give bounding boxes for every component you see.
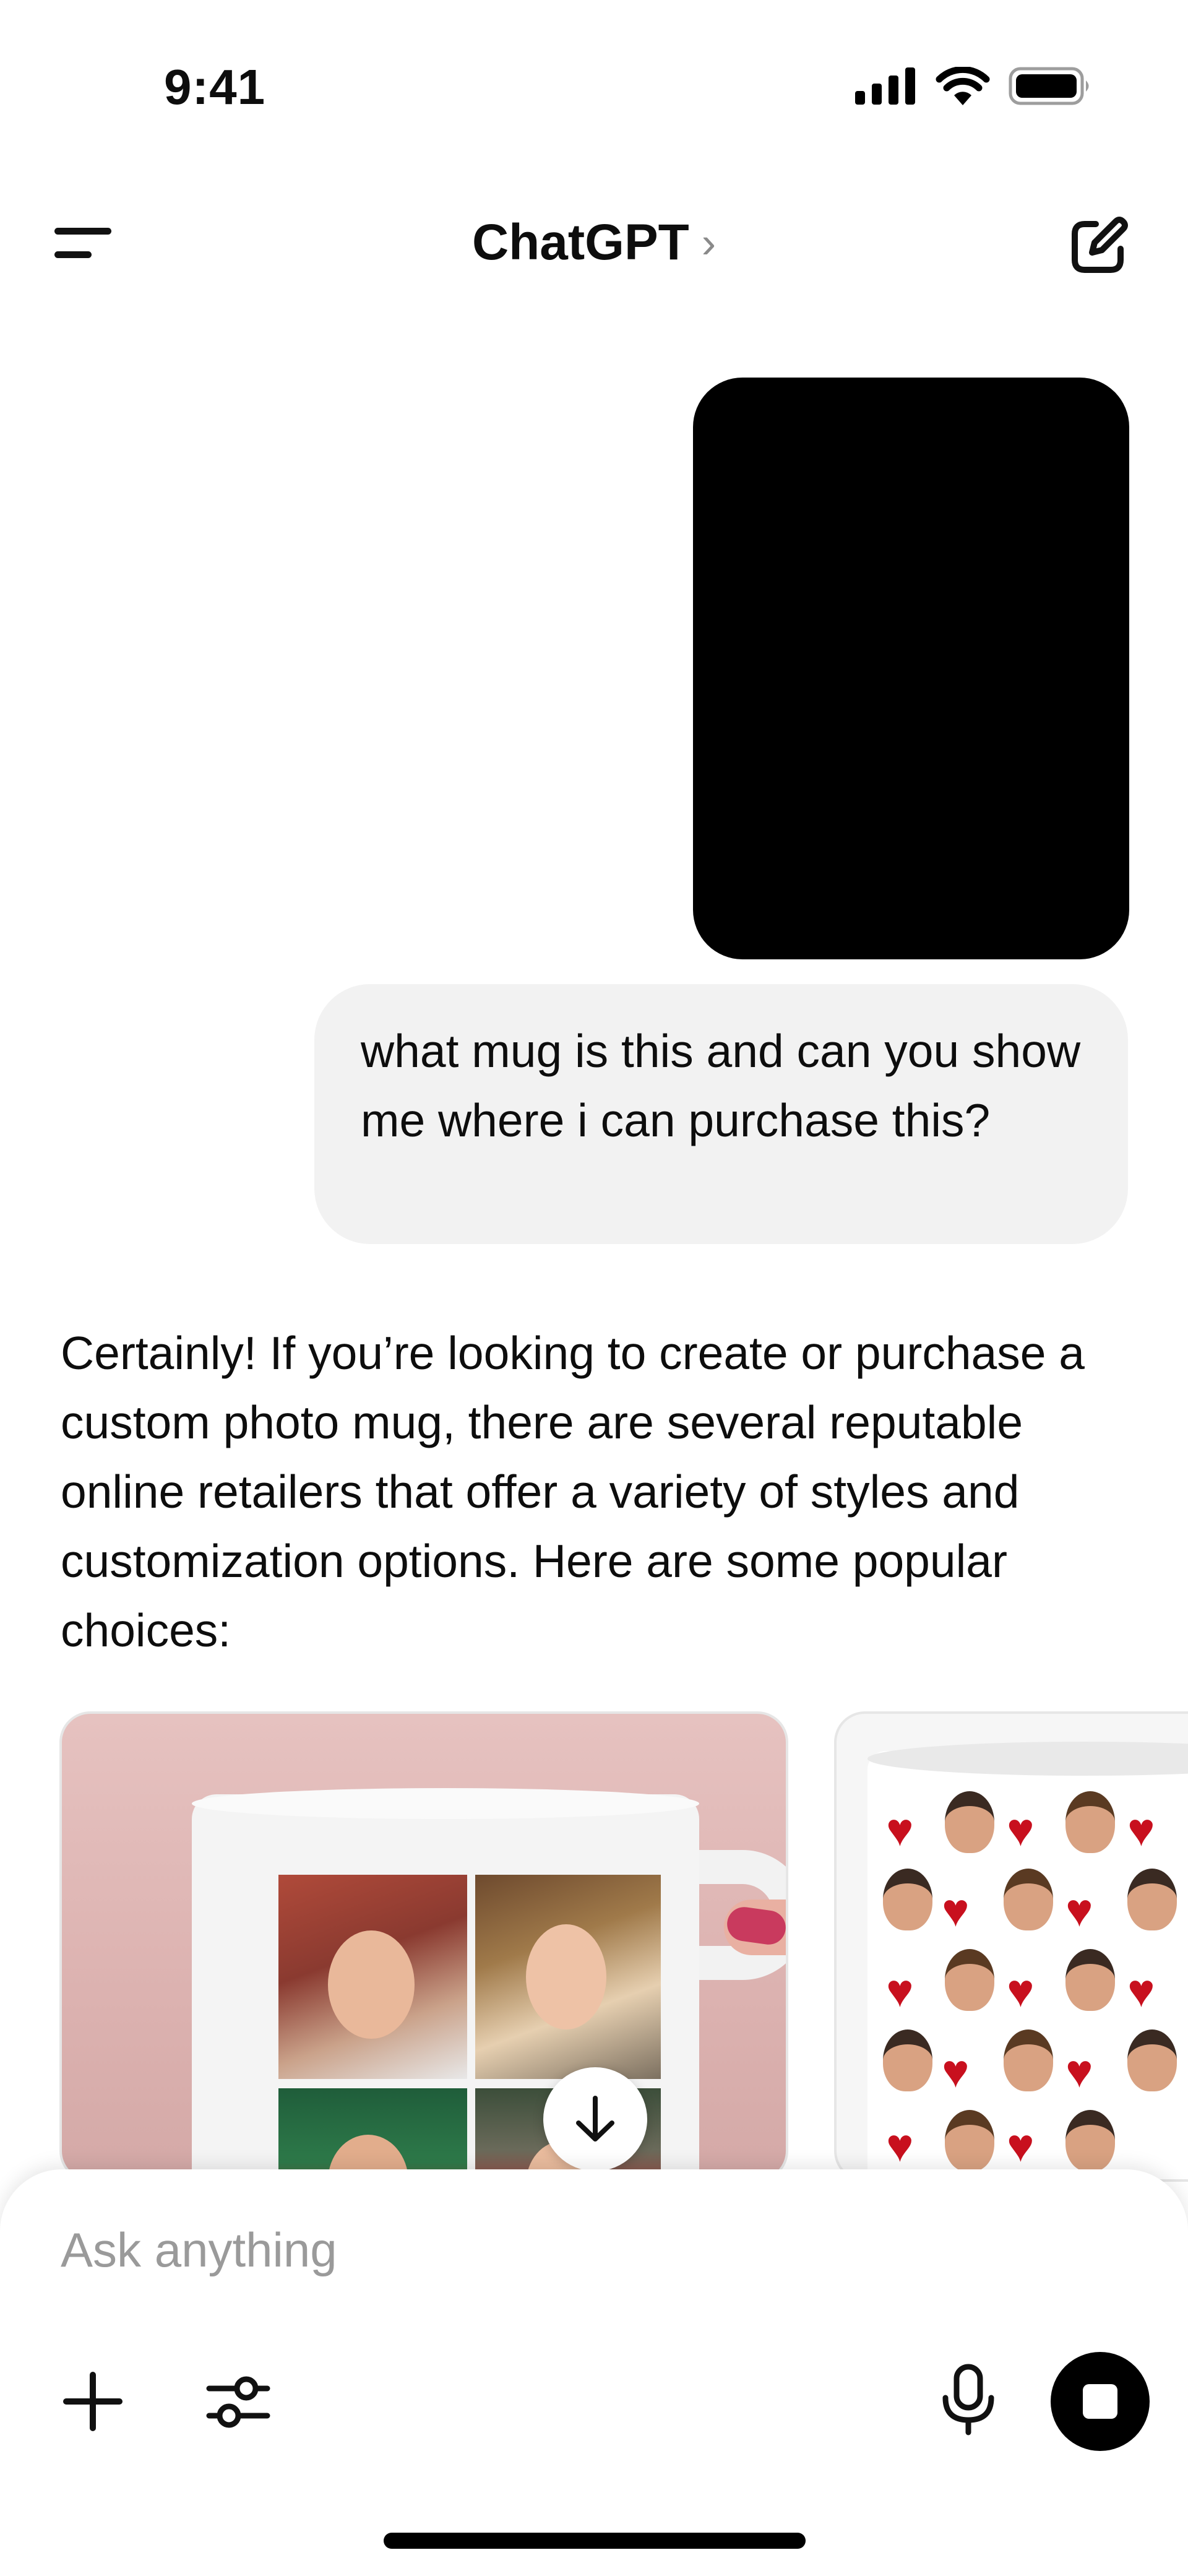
assistant-message-text: Certainly! If you’re looking to create o… <box>61 1327 1085 1656</box>
scroll-to-bottom-button[interactable] <box>543 2067 647 2171</box>
message-input[interactable] <box>61 2222 989 2278</box>
new-chat-button[interactable] <box>1067 215 1129 277</box>
cellular-signal-icon <box>855 67 915 105</box>
voice-input-button[interactable] <box>934 2363 1002 2437</box>
attach-button[interactable] <box>59 2367 127 2436</box>
stop-generating-button[interactable] <box>1051 2352 1150 2451</box>
chat-screen: 9:41 ChatGPT › what mug is this and can … <box>0 0 1188 2576</box>
user-message-bubble: what mug is this and can you show me whe… <box>314 984 1128 1244</box>
model-selector[interactable]: ChatGPT › <box>0 214 1188 272</box>
composer <box>0 2169 1188 2576</box>
product-card[interactable] <box>59 1711 788 2182</box>
compose-icon <box>1072 217 1128 273</box>
user-uploaded-image[interactable] <box>693 378 1129 959</box>
user-message-text: what mug is this and can you show me whe… <box>361 1025 1081 1146</box>
stop-icon <box>1083 2384 1117 2419</box>
product-card[interactable]: ♥ ♥ ♥ ♥ ♥ ♥ ♥ ♥ ♥ ♥ ♥ ♥ <box>834 1711 1188 2182</box>
microphone-icon <box>942 2364 994 2436</box>
status-time: 9:41 <box>164 59 266 115</box>
arrow-down-icon <box>576 2096 614 2142</box>
tools-button[interactable] <box>204 2367 272 2436</box>
wifi-icon <box>936 67 990 105</box>
battery-icon <box>1009 67 1089 105</box>
plus-icon <box>63 2372 123 2431</box>
status-icons <box>855 67 1092 105</box>
tools-icon <box>206 2376 270 2428</box>
page-title: ChatGPT <box>471 214 689 270</box>
home-indicator[interactable] <box>384 2533 806 2549</box>
chevron-right-icon: › <box>701 218 717 267</box>
